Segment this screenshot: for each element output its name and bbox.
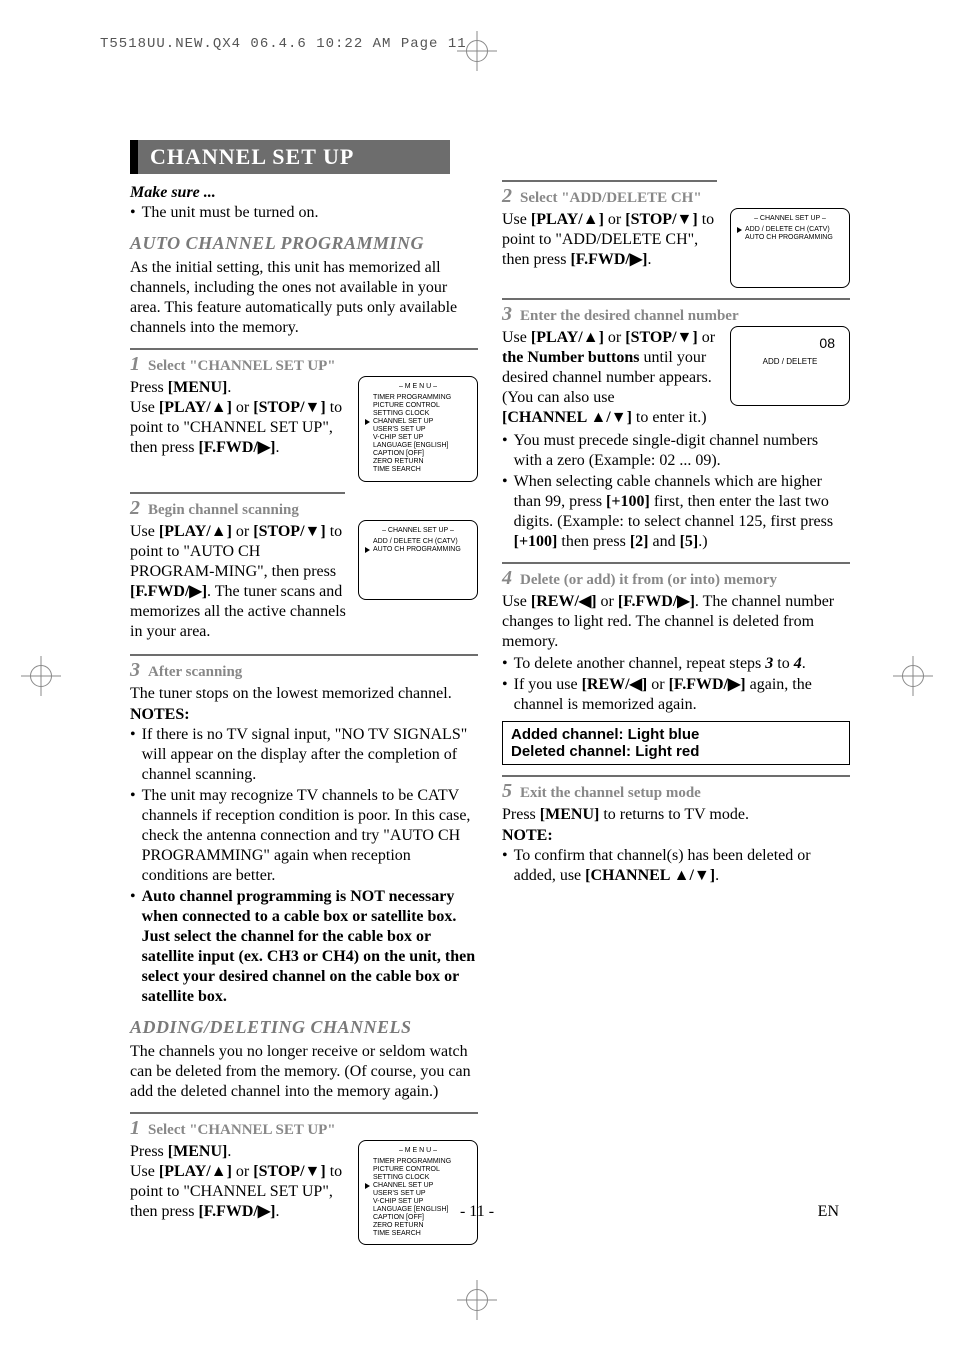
r-step2-body: Use [PLAY/▲] or [STOP/▼] to point to "AD… xyxy=(502,210,718,270)
r-step4-label: 4 Delete (or add) it from (or into) memo… xyxy=(502,562,850,590)
callout-deleted: Deleted channel: Light red xyxy=(511,743,841,760)
r-note-label: NOTE: xyxy=(502,827,850,845)
registration-mark-top xyxy=(466,40,488,62)
r-step3-bullet1: •You must precede single-digit channel n… xyxy=(502,431,850,471)
note-3: •Auto channel programming is NOT necessa… xyxy=(130,887,478,1007)
prepress-slug: T5518UU.NEW.QX4 06.4.6 10:22 AM Page 11 xyxy=(100,36,467,52)
channel-setup-osd-2: – CHANNEL SET UP –ADD / DELETE CH (CATV)… xyxy=(730,208,850,288)
step3-label: 3 After scanning xyxy=(130,654,478,682)
notes-label: NOTES: xyxy=(130,706,478,724)
registration-mark-bottom xyxy=(466,1289,488,1311)
add-del-intro: The channels you no longer receive or se… xyxy=(130,1042,478,1102)
section-header: CHANNEL SET UP xyxy=(130,140,450,174)
step2-body: Use [PLAY/▲] or [STOP/▼] to point to "AU… xyxy=(130,522,346,642)
note-1: •If there is no TV signal input, "NO TV … xyxy=(130,725,478,785)
auto-ch-heading: AUTO CHANNEL PROGRAMMING xyxy=(130,233,478,254)
r-step3-label: 3 Enter the desired channel number xyxy=(502,298,850,326)
step3-body: The tuner stops on the lowest memorized … xyxy=(130,684,478,704)
note-2: •The unit may recognize TV channels to b… xyxy=(130,786,478,886)
make-sure-label: Make sure ... xyxy=(130,184,478,202)
registration-mark-left xyxy=(30,665,52,687)
ad-step1-label: 1 Select "CHANNEL SET UP" xyxy=(130,1112,478,1140)
r-step4-body: Use [REW/◀] or [F.FWD/▶]. The channel nu… xyxy=(502,592,850,652)
ad-step1-body: Press [MENU]. Use [PLAY/▲] or [STOP/▼] t… xyxy=(130,1142,346,1222)
r-step4-bullet2: • If you use [REW/◀] or [F.FWD/▶] again,… xyxy=(502,675,850,715)
step1-body: Press [MENU]. Use [PLAY/▲] or [STOP/▼] t… xyxy=(130,378,346,458)
r-step5-label: 5 Exit the channel setup mode xyxy=(502,775,850,803)
make-sure-bullet: • The unit must be turned on. xyxy=(130,203,478,223)
language-code: EN xyxy=(818,1203,839,1221)
callout-box: Added channel: Light blue Deleted channe… xyxy=(502,721,850,765)
menu-osd-1: – M E N U –TIMER PROGRAMMINGPICTURE CONT… xyxy=(358,376,478,482)
auto-ch-intro: As the initial setting, this unit has me… xyxy=(130,258,478,338)
r-step3-bullet2: • When selecting cable channels which ar… xyxy=(502,472,850,552)
add-del-heading: ADDING/DELETING CHANNELS xyxy=(130,1017,478,1038)
page-number: - 11 - xyxy=(460,1203,494,1221)
channel-setup-osd-1: – CHANNEL SET UP –ADD / DELETE CH (CATV)… xyxy=(358,520,478,600)
add-delete-osd: 08 ADD / DELETE xyxy=(730,326,850,406)
r-step2-label: 2 Select "ADD/DELETE CH" xyxy=(502,180,717,208)
r-step4-bullet1: • To delete another channel, repeat step… xyxy=(502,654,850,674)
registration-mark-right xyxy=(902,665,924,687)
callout-added: Added channel: Light blue xyxy=(511,726,841,743)
menu-osd-2: – M E N U –TIMER PROGRAMMINGPICTURE CONT… xyxy=(358,1140,478,1246)
step2-label: 2 Begin channel scanning xyxy=(130,492,345,520)
step1-label: 1 Select "CHANNEL SET UP" xyxy=(130,348,478,376)
r-step3-body: Use [PLAY/▲] or [STOP/▼] or the Number b… xyxy=(502,328,718,428)
r-note1: • To confirm that channel(s) has been de… xyxy=(502,846,850,886)
r-step5-body: Press [MENU] to returns to TV mode. xyxy=(502,805,850,825)
